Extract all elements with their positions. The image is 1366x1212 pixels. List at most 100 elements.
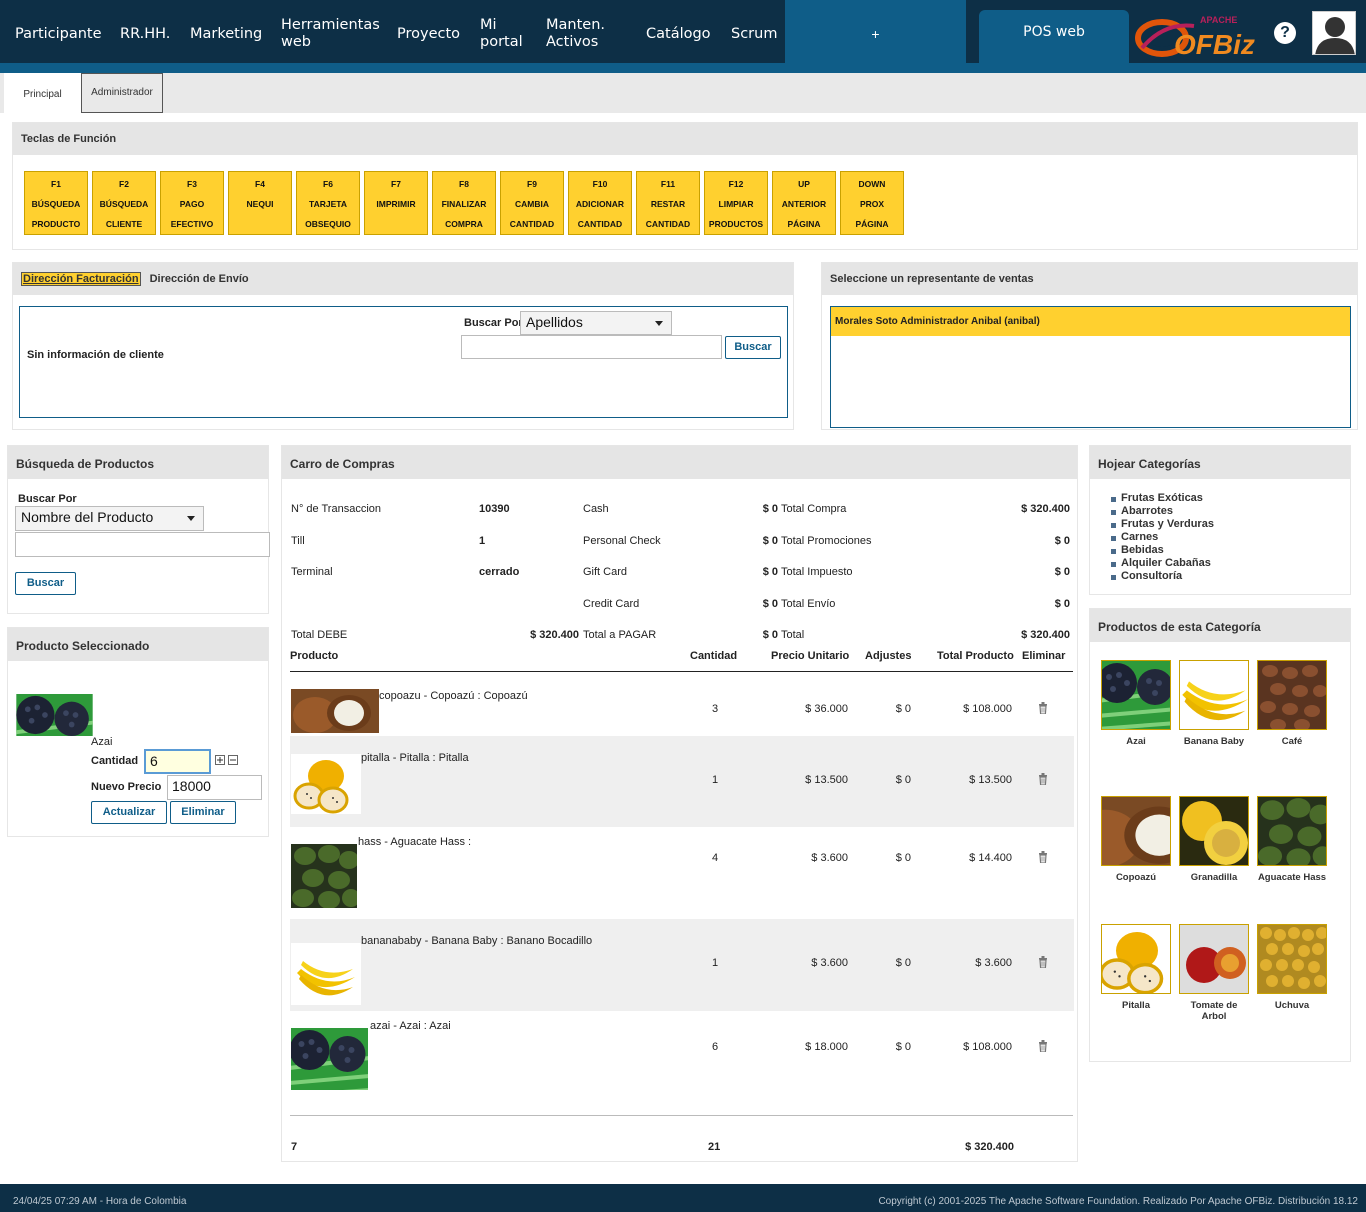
- col-unit-price: Precio Unitario: [771, 650, 850, 662]
- trash-icon[interactable]: [1038, 1040, 1048, 1052]
- category-product-image: [1101, 924, 1171, 994]
- function-key-f4[interactable]: F4 NEQUI: [228, 171, 292, 235]
- function-key-text: ANTERIOR: [781, 199, 827, 209]
- cart-row[interactable]: copoazu - Copoazú : Copoazú 3 $ 36.000 $ 0 $…: [290, 672, 1074, 736]
- tab-principal[interactable]: Principal: [4, 73, 81, 113]
- customer-search-input[interactable]: [461, 335, 722, 359]
- pos-web-tab[interactable]: POS web: [979, 10, 1129, 63]
- function-key-text: BÚSQUEDA: [99, 199, 149, 209]
- function-key-f6[interactable]: F6 TARJETA OBSEQUIO: [296, 171, 360, 235]
- function-key-text: PROX: [859, 199, 885, 209]
- tab-billing-address[interactable]: Dirección Facturación: [21, 272, 141, 286]
- new-price-input[interactable]: 18000: [167, 775, 262, 800]
- product-search-button[interactable]: Buscar: [15, 572, 76, 595]
- user-avatar[interactable]: [1312, 11, 1356, 55]
- product-search-title: Búsqueda de Productos: [8, 446, 268, 479]
- function-key-f10[interactable]: F10 ADICIONAR CANTIDAD: [568, 171, 632, 235]
- nav-catalogo[interactable]: Catálogo: [646, 26, 711, 43]
- category-product-tile[interactable]: Banana Baby: [1179, 660, 1249, 747]
- total-label: Total Compra: [781, 503, 847, 515]
- quantity-input[interactable]: 6: [144, 749, 211, 774]
- function-keys-panel: Teclas de Función F1 BÚSQUEDA PRODUCTO F2 BÚ…: [12, 122, 1358, 250]
- category-link[interactable]: Frutas y Verduras: [1111, 518, 1214, 531]
- nav-participante[interactable]: Participante: [15, 26, 102, 43]
- cart-row[interactable]: pitalla - Pitalla : Pitalla 1 $ 13.500 $ 0 $…: [290, 736, 1074, 827]
- function-key-text: F10: [592, 179, 608, 189]
- total-value: $ 0: [1054, 534, 1070, 547]
- function-key-f3[interactable]: F3 PAGO EFECTIVO: [160, 171, 224, 235]
- nav-proyecto[interactable]: Proyecto: [397, 26, 460, 43]
- category-product-tile[interactable]: Aguacate Hass: [1257, 796, 1327, 883]
- nav-scrum[interactable]: Scrum: [731, 26, 777, 43]
- trash-icon[interactable]: [1038, 851, 1048, 863]
- decrease-quantity-icon[interactable]: [228, 755, 238, 765]
- nav-manten-activos[interactable]: Manten. Activos: [546, 17, 616, 51]
- category-link[interactable]: Bebidas: [1111, 544, 1164, 557]
- function-key-f9[interactable]: F9 CAMBIA CANTIDAD: [500, 171, 564, 235]
- cart-item-adjustment: $ 0: [895, 957, 911, 969]
- category-link[interactable]: Consultoría: [1110, 570, 1182, 583]
- function-key-f2[interactable]: F2 BÚSQUEDA CLIENTE: [92, 171, 156, 235]
- summary-value: 1: [479, 534, 486, 547]
- function-key-f7[interactable]: F7 IMPRIMIR: [364, 171, 428, 235]
- function-key-text: PRODUCTO: [31, 219, 81, 229]
- product-search-by-select[interactable]: Nombre del Producto: [15, 506, 204, 531]
- category-link[interactable]: Carnes: [1110, 531, 1158, 544]
- cart-total-amount: $ 320.400: [965, 1141, 1014, 1153]
- total-value: $ 320.400: [1021, 629, 1070, 641]
- function-key-f8[interactable]: F8 FINALIZAR COMPRA: [432, 171, 496, 235]
- category-product-tile[interactable]: Granadilla: [1179, 796, 1249, 883]
- tab-shipping-address[interactable]: Dirección de Envío: [150, 273, 249, 285]
- function-key-text: PÁGINA: [787, 219, 821, 229]
- function-key-f11[interactable]: F11 RESTAR CANTIDAD: [636, 171, 700, 235]
- category-product-tile[interactable]: Uchuva: [1257, 924, 1327, 1011]
- product-photo: [1180, 925, 1248, 993]
- function-key-text: NEQUI: [246, 199, 274, 209]
- trash-icon[interactable]: [1038, 773, 1048, 785]
- category-link[interactable]: Frutas Exóticas: [1111, 492, 1203, 505]
- logo-name-text: OFBiz: [1174, 29, 1255, 60]
- nav-rrhh[interactable]: RR.HH.: [120, 26, 170, 43]
- update-button[interactable]: Actualizar: [91, 801, 167, 824]
- help-icon[interactable]: ?: [1274, 22, 1296, 44]
- customer-search-by-select[interactable]: Apellidos: [520, 311, 672, 335]
- category-product-name: Tomate de Arbol: [1190, 1000, 1238, 1022]
- ofbiz-logo[interactable]: APACHE OFBiz: [1134, 12, 1256, 60]
- cart-row[interactable]: bananababy - Banana Baby : Banano Bocadi…: [290, 919, 1074, 1011]
- function-key-text: TARJETA: [309, 199, 347, 209]
- col-total-product: Total Producto: [937, 650, 1014, 662]
- quantity-label: Cantidad: [91, 755, 139, 767]
- nav-marketing[interactable]: Marketing: [190, 26, 262, 43]
- nav-herramientas-web[interactable]: Herramientas web: [281, 17, 381, 51]
- category-product-tile[interactable]: Tomate de Arbol: [1179, 924, 1249, 1022]
- product-search-input[interactable]: [15, 532, 270, 557]
- increase-quantity-icon[interactable]: [215, 755, 225, 765]
- add-menu-button[interactable]: +: [785, 0, 966, 63]
- sales-rep-selected[interactable]: Morales Soto Administrador Anibal (aniba…: [831, 307, 1350, 336]
- function-key-f12[interactable]: F12 LIMPIAR PRODUCTOS: [704, 171, 768, 235]
- customer-box: Sin información de cliente Buscar Por Ap…: [19, 306, 788, 418]
- function-key-up[interactable]: UP ANTERIOR PÁGINA: [772, 171, 836, 235]
- function-key-down[interactable]: DOWN PROX PÁGINA: [840, 171, 904, 235]
- category-product-name: Uchuva: [1274, 1000, 1310, 1011]
- cart-row[interactable]: azai - Azai : Azai 6 $ 18.000 $ 0 $ 108.000: [290, 1011, 1074, 1103]
- trash-icon[interactable]: [1038, 956, 1048, 968]
- function-key-text: F2: [119, 179, 129, 189]
- customer-search-button[interactable]: Buscar: [725, 336, 781, 359]
- category-product-tile[interactable]: Pitalla: [1101, 924, 1171, 1011]
- function-key-f1[interactable]: F1 BÚSQUEDA PRODUCTO: [24, 171, 88, 235]
- cart-row[interactable]: hass - Aguacate Hass : 4 $ 3.600 $ 0 $ 14.40…: [290, 827, 1074, 919]
- product-photo: [1258, 797, 1326, 865]
- category-product-tile[interactable]: Azai: [1101, 660, 1171, 747]
- nav-mi-portal[interactable]: Mi portal: [480, 17, 525, 51]
- selected-product-panel: Producto Seleccionado Azai Cantidad 6 Nu…: [7, 627, 269, 837]
- category-product-tile[interactable]: Copoazú: [1101, 796, 1171, 883]
- tab-administrador[interactable]: Administrador: [81, 73, 163, 113]
- category-product-tile[interactable]: Café: [1257, 660, 1327, 747]
- category-product-name: Aguacate Hass: [1257, 872, 1327, 883]
- trash-icon[interactable]: [1038, 702, 1048, 714]
- delete-button[interactable]: Eliminar: [170, 801, 236, 824]
- category-link[interactable]: Abarrotes: [1111, 505, 1173, 518]
- cart-item-unit-price: $ 18.000: [805, 1041, 848, 1053]
- category-link[interactable]: Alquiler Cabañas: [1111, 557, 1211, 570]
